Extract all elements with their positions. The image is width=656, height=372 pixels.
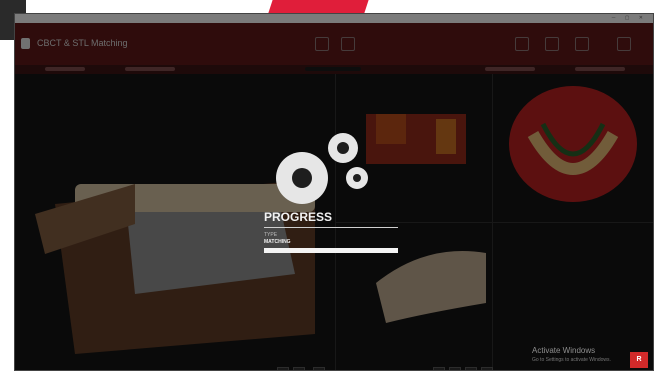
activation-watermark-title: Activate Windows xyxy=(532,346,596,355)
gear-icon xyxy=(346,167,368,189)
gear-icon xyxy=(328,133,358,163)
progress-overlay xyxy=(15,14,653,370)
progress-heading: PROGRESS xyxy=(264,210,333,224)
progress-divider xyxy=(264,227,398,228)
application-window: ─ ▢ ✕ CBCT & STL Matching xyxy=(14,13,654,371)
brand-logo-icon: R xyxy=(630,352,648,368)
progress-bar-fill xyxy=(264,248,398,253)
gear-icon xyxy=(276,152,328,204)
progress-type-value: MATCHING xyxy=(264,239,291,245)
activation-watermark-subtitle: Go to Settings to activate Windows. xyxy=(532,357,611,363)
progress-type-label: TYPE xyxy=(264,232,278,238)
progress-bar xyxy=(264,248,398,253)
